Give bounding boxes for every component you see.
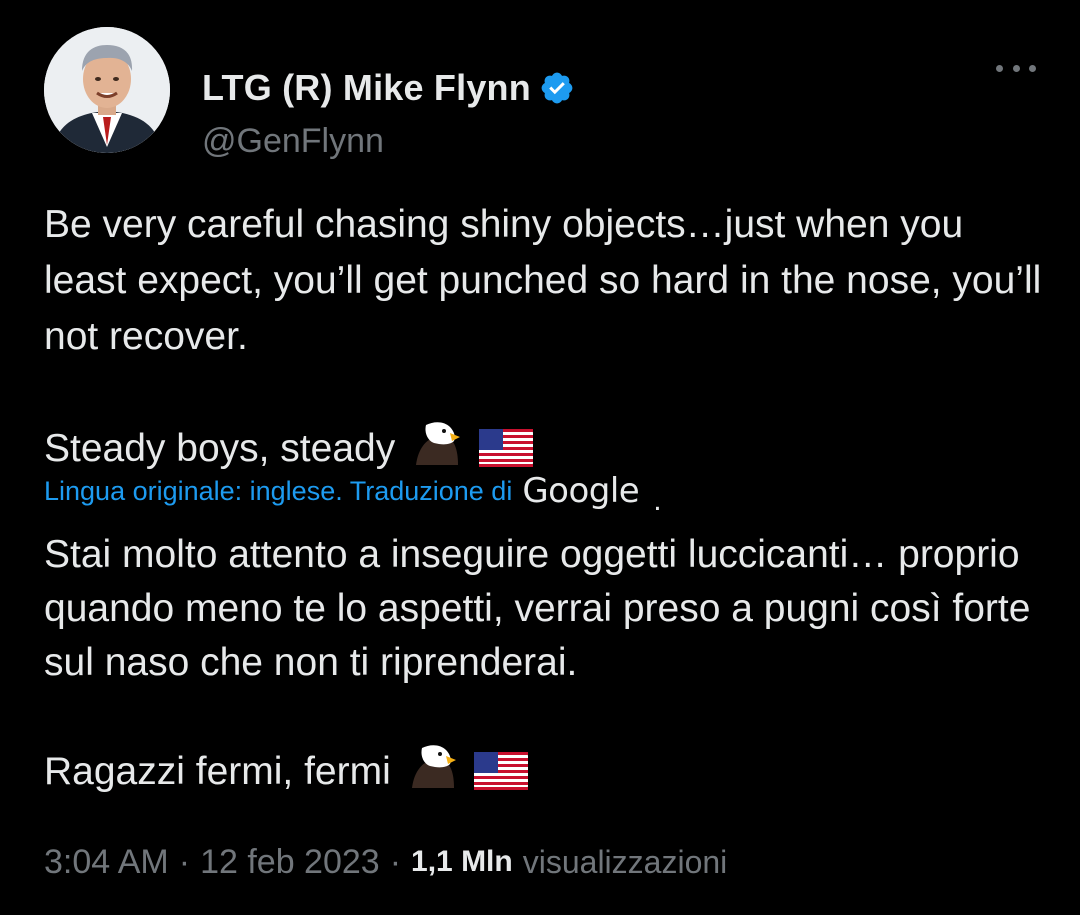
author-name-row[interactable]: LTG (R) Mike Flynn — [202, 67, 575, 109]
translation-note-suffix: . — [653, 484, 662, 517]
meta-separator: · — [389, 842, 402, 881]
more-dot — [1012, 64, 1020, 72]
more-options-icon[interactable] — [996, 60, 1036, 76]
tweet-original-text: Be very careful chasing shiny objects…ju… — [44, 197, 1044, 483]
tweet-meta: 3:04 AM · 12 feb 2023 · 1,1 Mln visualiz… — [44, 838, 727, 886]
us-flag-emoji-icon — [474, 751, 529, 805]
author-display-name[interactable]: LTG (R) Mike Flynn — [202, 67, 531, 109]
more-dot — [996, 64, 1003, 72]
author-handle[interactable]: @GenFlynn — [202, 122, 384, 161]
translated-paragraph: Ragazzi fermi, fermi — [44, 750, 391, 793]
views-label[interactable]: visualizzazioni — [523, 844, 728, 881]
eagle-emoji-icon — [408, 744, 458, 805]
more-dot — [1029, 64, 1036, 72]
verified-badge-icon — [541, 72, 573, 104]
translation-note: Lingua originale: inglese. Traduzione di… — [44, 466, 662, 517]
google-logo: Google — [522, 471, 640, 511]
tweet-time[interactable]: 3:04 AM — [44, 843, 169, 882]
avatar-image — [44, 27, 170, 153]
translated-paragraph: Stai molto attento a inseguire oggetti l… — [44, 533, 1031, 684]
tweet-paragraph: Be very careful chasing shiny objects…ju… — [44, 203, 1042, 358]
avatar[interactable] — [44, 27, 170, 153]
tweet-date[interactable]: 12 feb 2023 — [200, 843, 380, 882]
translated-paragraph-with-emoji: Ragazzi fermi, fermi — [44, 744, 1054, 805]
tweet-header: LTG (R) Mike Flynn @GenFlynn — [44, 27, 1036, 160]
tweet-paragraph: Steady boys, steady — [44, 427, 396, 470]
views-count[interactable]: 1,1 Mln — [411, 845, 513, 879]
translation-note-text[interactable]: Lingua originale: inglese. Traduzione di — [44, 476, 512, 507]
tweet-translated-text: Stai molto attento a inseguire oggetti l… — [44, 528, 1054, 805]
meta-separator: · — [178, 842, 191, 881]
